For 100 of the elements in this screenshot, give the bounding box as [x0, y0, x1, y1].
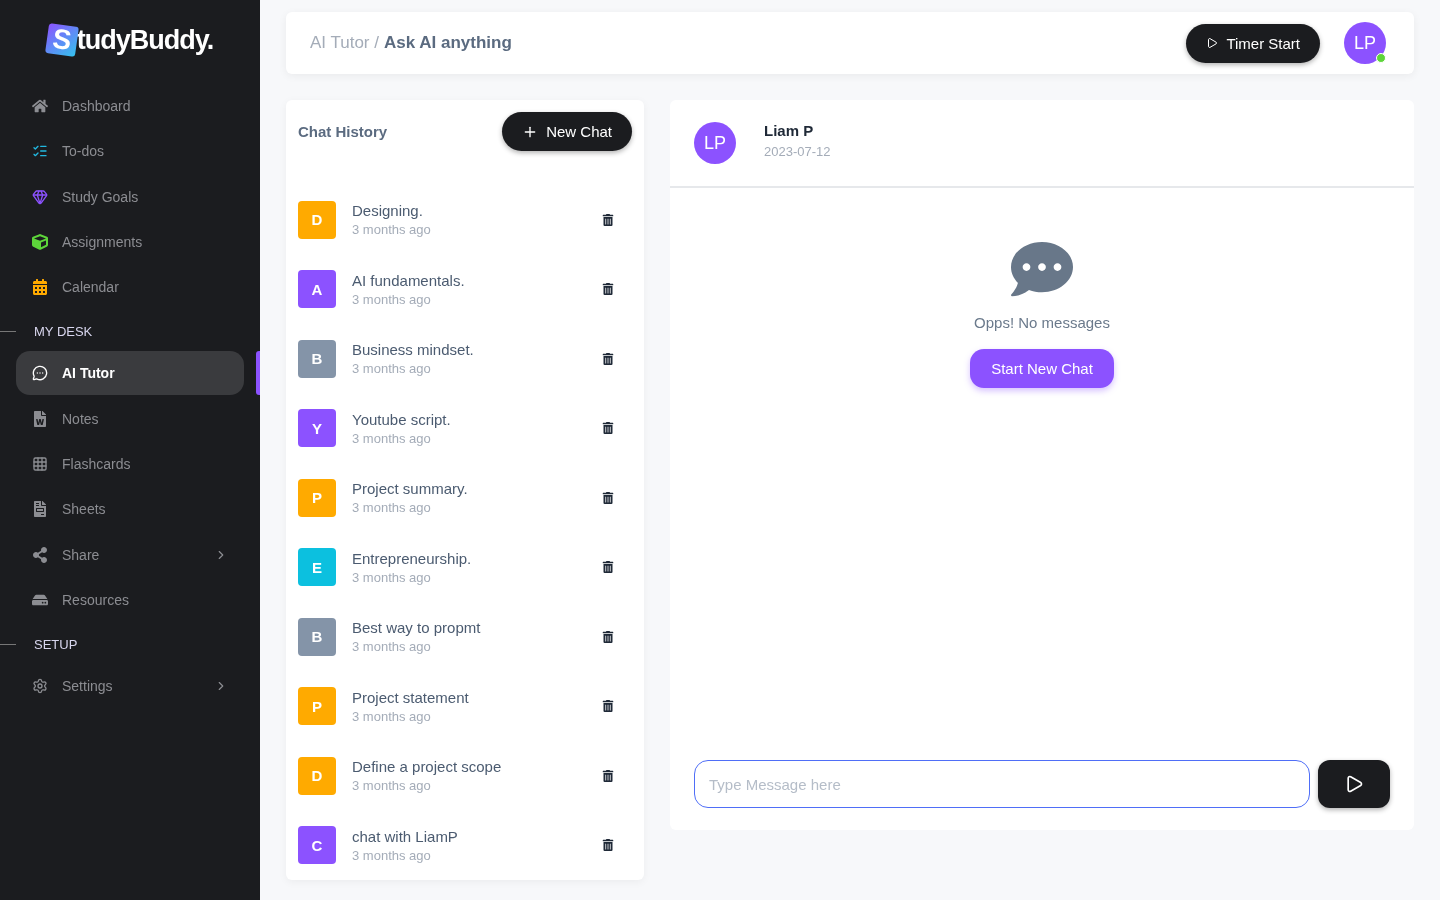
play-icon [1206, 37, 1219, 49]
chat-item[interactable]: B Best way to propmt 3 months ago [298, 602, 632, 672]
trash-icon[interactable] [602, 422, 614, 435]
chat-title: Project summary. [352, 480, 469, 498]
nav-label: Share [62, 546, 101, 563]
contact-avatar: LP [694, 122, 736, 164]
chat-letter-avatar: E [298, 548, 336, 587]
message-input[interactable]: Type Message here [694, 760, 1310, 808]
nav-label: Study Goals [62, 188, 140, 205]
house-icon [32, 98, 48, 114]
grid-icon [32, 456, 48, 473]
nav-item[interactable]: Share [16, 532, 244, 577]
trash-icon[interactable] [602, 630, 614, 643]
chat-bubble-icon [32, 365, 48, 382]
chat-time: 3 months ago [352, 639, 432, 655]
nav-item[interactable]: Dashboard [16, 84, 244, 128]
chat-letter-avatar: D [298, 200, 336, 239]
nav-label: Calendar [62, 279, 120, 296]
nav-item[interactable]: Settings [16, 664, 244, 709]
chat-letter-avatar: Y [298, 409, 336, 448]
chat-item[interactable]: Y Youtube script. 3 months ago [298, 393, 632, 463]
nav-label: AI Tutor [62, 365, 116, 382]
chat-time: 3 months ago [352, 430, 432, 446]
chat-title: Project statement [352, 688, 470, 706]
chat-item[interactable]: A AI fundamentals. 3 months ago [298, 254, 632, 324]
chat-time: 3 months ago [352, 361, 432, 377]
new-chat-button[interactable]: New Chat [502, 112, 632, 151]
nav-item[interactable]: Flashcards [16, 442, 244, 487]
nav-item[interactable]: Resources [16, 577, 244, 622]
chat-item[interactable]: D Define a project scope 3 months ago [298, 741, 632, 811]
nav-item[interactable]: Sheets [16, 487, 244, 532]
chat-letter-avatar: B [298, 339, 336, 378]
nav-item[interactable]: Calendar [16, 265, 244, 310]
timer-start-button[interactable]: Timer Start [1186, 23, 1320, 63]
trash-icon[interactable] [602, 213, 614, 226]
active-indicator [256, 351, 260, 396]
chat-letter-avatar: P [298, 687, 336, 726]
nav-label: To-dos [62, 143, 106, 160]
nav-label: Resources [62, 591, 130, 608]
logo-badge: S [44, 23, 79, 57]
spreadsheet-file-icon [32, 501, 48, 518]
nav-label: Settings [62, 678, 114, 695]
chat-item[interactable]: B Business mindset. 3 months ago [298, 324, 632, 394]
trash-icon[interactable] [602, 561, 614, 574]
user-avatar[interactable]: LP [1344, 22, 1386, 64]
chat-item[interactable]: E Entrepreneurship. 3 months ago [298, 532, 632, 602]
trash-icon[interactable] [602, 700, 614, 713]
nav-label: Sheets [62, 501, 107, 518]
trash-icon[interactable] [602, 839, 614, 852]
section-title: MY DESK [34, 324, 93, 340]
chat-time: 3 months ago [352, 222, 432, 238]
logo-text: tudyBuddy. [76, 24, 214, 56]
send-button[interactable] [1318, 760, 1390, 808]
contact-name: Liam P [764, 121, 815, 139]
send-icon [1344, 774, 1364, 794]
empty-message: Opps! No messages [974, 314, 1110, 331]
document-icon [32, 410, 48, 427]
chat-letter-avatar: A [298, 270, 336, 309]
section-title: SETUP [34, 637, 78, 653]
chat-date: 2023-07-12 [764, 143, 831, 159]
nav-item[interactable]: Assignments [16, 219, 244, 264]
chat-letter-avatar: D [298, 756, 336, 795]
gem-icon [32, 188, 48, 205]
trash-icon[interactable] [602, 491, 614, 504]
nav-item[interactable]: Notes [16, 396, 244, 441]
chat-time: 3 months ago [352, 291, 432, 307]
chat-item[interactable]: P Project statement 3 months ago [298, 671, 632, 741]
nav-label: Flashcards [62, 456, 132, 473]
chat-letter-avatar: B [298, 617, 336, 656]
chat-time: 3 months ago [352, 569, 432, 585]
chat-title: Business mindset. [352, 341, 475, 359]
nav-label: Notes [62, 410, 100, 427]
chat-time: 3 months ago [352, 500, 432, 516]
trash-icon[interactable] [602, 352, 614, 365]
nav-label: Dashboard [62, 98, 132, 114]
nav-label: Assignments [62, 233, 144, 250]
calendar-icon [32, 279, 48, 296]
chat-title: Define a project scope [352, 758, 503, 776]
chat-time: 3 months ago [352, 847, 432, 863]
chat-title: Youtube script. [352, 410, 452, 428]
chat-item[interactable]: D Designing. 3 months ago [298, 185, 632, 255]
chat-time: 3 months ago [352, 708, 432, 724]
settings-icon [32, 678, 48, 695]
chat-time: 3 months ago [352, 778, 432, 794]
start-new-chat-button[interactable]: Start New Chat [970, 349, 1114, 388]
page-title: Ask AI anything [384, 33, 513, 53]
chat-title: chat with LiamP [352, 827, 459, 845]
chat-title: Designing. [352, 202, 424, 220]
chat-item[interactable]: C chat with LiamP 3 months ago [298, 810, 632, 880]
trash-icon[interactable] [602, 769, 614, 782]
nav-item[interactable]: To-dos [16, 129, 244, 174]
nav-item[interactable]: Study Goals [16, 174, 244, 219]
chat-title: AI fundamentals. [352, 271, 466, 289]
chat-item[interactable]: P Project summary. 3 months ago [298, 463, 632, 533]
panel-title: Chat History [298, 123, 388, 140]
chat-letter-avatar: P [298, 478, 336, 517]
share-icon [32, 546, 48, 563]
chat-letter-avatar: C [298, 826, 336, 865]
chat-title: Entrepreneurship. [352, 549, 473, 567]
trash-icon[interactable] [602, 283, 614, 296]
